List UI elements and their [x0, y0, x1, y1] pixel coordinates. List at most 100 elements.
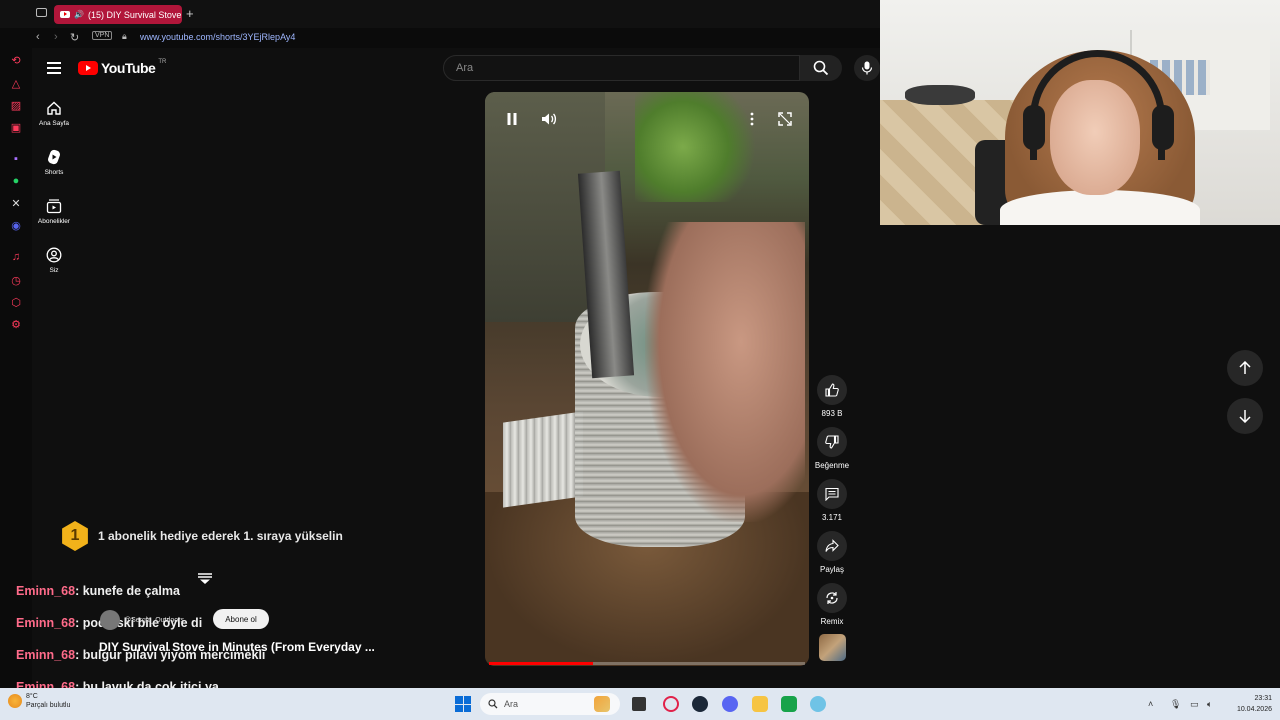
- like-button[interactable]: 893 B: [812, 375, 852, 418]
- tab-title: (15) DIY Survival Stove: [87, 9, 182, 20]
- next-short-button[interactable]: [1227, 398, 1263, 434]
- share-label: Paylaş: [819, 565, 844, 574]
- url-field[interactable]: www.youtube.com/shorts/3YEjRlepAy4: [140, 32, 295, 42]
- video-foil: [503, 411, 583, 508]
- music-icon[interactable]: ♫: [9, 250, 23, 264]
- region-code: TR: [158, 59, 167, 65]
- arrow-down-icon: [1239, 410, 1251, 423]
- settings-icon[interactable]: ⚙: [9, 317, 23, 331]
- twitch-icon[interactable]: ▪: [9, 152, 23, 166]
- temperature: 8°C: [26, 693, 38, 700]
- channel-name[interactable]: @Sergio_Outdoors: [124, 617, 184, 624]
- microphone-tray-icon[interactable]: 🎙︎: [1170, 699, 1181, 710]
- sub-gift-banner: 1 1 abonelik hediye ederek 1. sıraya yük…: [60, 521, 343, 551]
- shorts-icon: [48, 149, 60, 165]
- clock-date: 10.04.2026: [1236, 706, 1272, 713]
- workspaces-icon[interactable]: [36, 8, 47, 17]
- weather-widget[interactable]: 8°C Parçalı bulutlu: [8, 692, 70, 710]
- thumbs-up-icon: [825, 383, 839, 397]
- chat-username: Eminn_68: [16, 648, 76, 662]
- start-button[interactable]: [455, 696, 471, 712]
- discord-icon[interactable]: ◉: [9, 218, 23, 232]
- rank-badge: 1: [62, 521, 88, 551]
- windows-taskbar: 8°C Parçalı bulutlu Ara ˄ 🎙︎ ▭ 🔈︎ 23:31 …: [0, 688, 1280, 720]
- whatsapp-icon[interactable]: ●: [9, 174, 23, 188]
- volume-tray-icon[interactable]: 🔈︎: [1207, 699, 1212, 710]
- chat-username: Eminn_68: [16, 616, 76, 630]
- chat-scroll-down-icon[interactable]: [197, 572, 213, 584]
- taskbar-clock[interactable]: 23:31 10.04.2026: [1222, 693, 1272, 715]
- channel-avatar[interactable]: [100, 610, 120, 630]
- weather-description: Parçalı bulutlu: [26, 702, 71, 709]
- nav-you-label: Siz: [49, 267, 59, 274]
- terminal-icon[interactable]: [781, 696, 797, 712]
- new-tab-button[interactable]: +: [186, 6, 194, 21]
- extensions-icon[interactable]: ⬡: [9, 295, 23, 309]
- fullscreen-button[interactable]: [775, 110, 795, 128]
- nav-shorts[interactable]: Shorts: [32, 148, 76, 176]
- search-input[interactable]: Ara: [443, 55, 800, 81]
- fullscreen-icon: [778, 112, 792, 126]
- x-icon[interactable]: ✕: [9, 196, 23, 210]
- dislike-label: Beğenme: [814, 461, 850, 470]
- like-count: 893 B: [821, 409, 843, 418]
- search-icon: [488, 699, 498, 709]
- account-icon: [46, 247, 62, 263]
- channel-info[interactable]: @Sergio_Outdoors: [100, 610, 184, 630]
- steam-icon[interactable]: [692, 696, 708, 712]
- search-button[interactable]: [800, 55, 842, 81]
- more-options-button[interactable]: [742, 110, 762, 128]
- comment-count: 3.171: [821, 513, 843, 522]
- subscribe-button[interactable]: Abone ol: [213, 609, 269, 629]
- file-explorer-icon[interactable]: [752, 696, 768, 712]
- voice-search-button[interactable]: [854, 55, 880, 81]
- dislike-button[interactable]: Beğenme: [812, 427, 852, 470]
- nav-home[interactable]: Ana Sayfa: [32, 99, 76, 127]
- nav-you[interactable]: Siz: [32, 246, 76, 274]
- previous-short-button[interactable]: [1227, 350, 1263, 386]
- remix-button[interactable]: Remix: [812, 583, 852, 626]
- volume-button[interactable]: [539, 110, 559, 128]
- arrow-up-icon: [1239, 361, 1251, 374]
- messenger-icon[interactable]: ▣: [9, 120, 23, 134]
- network-app-icon[interactable]: [810, 696, 826, 712]
- nav-subscriptions[interactable]: Abonelikler: [32, 197, 76, 225]
- vpn-badge[interactable]: VPN: [92, 31, 113, 40]
- sound-thumbnail[interactable]: [819, 634, 846, 661]
- chat-text: : kunefe de çalma: [75, 584, 180, 598]
- video-progress-bar[interactable]: [489, 662, 805, 665]
- youtube-logo[interactable]: YouTube TR: [78, 59, 167, 76]
- chat-message: Eminn_68: kunefe de çalma: [16, 584, 180, 598]
- task-view-icon[interactable]: [632, 697, 646, 711]
- youtube-play-icon: [78, 61, 98, 75]
- lock-icon[interactable]: 🔒︎: [122, 31, 127, 42]
- subscriptions-icon: [46, 199, 62, 214]
- pause-button[interactable]: [502, 110, 522, 128]
- video-title[interactable]: DIY Survival Stove in Minutes (From Ever…: [99, 640, 375, 654]
- history-icon[interactable]: ⟲: [9, 53, 23, 67]
- video-progress-fill: [489, 662, 594, 665]
- active-tab[interactable]: 🔊 (15) DIY Survival Stove: [54, 5, 182, 24]
- share-button[interactable]: Paylaş: [812, 531, 852, 574]
- reload-icon[interactable]: ↻: [70, 31, 79, 44]
- comments-button[interactable]: 3.171: [812, 479, 852, 522]
- headset-left-cup: [1023, 105, 1045, 150]
- forward-icon[interactable]: ›: [54, 31, 58, 43]
- tray-expand-icon[interactable]: ˄: [1148, 699, 1153, 709]
- youtube-favicon-icon: [60, 11, 70, 18]
- shorts-video-player[interactable]: [485, 92, 809, 666]
- network-tray-icon[interactable]: ▭: [1190, 699, 1199, 710]
- clock-icon[interactable]: ◷: [9, 273, 23, 287]
- discord-taskbar-icon[interactable]: [722, 696, 738, 712]
- pinboard-icon[interactable]: ▨: [9, 98, 23, 112]
- webcam-overlay: [880, 0, 1280, 225]
- video-hand: [645, 222, 805, 522]
- webcam-cat: [905, 85, 975, 105]
- speaker-icon: 🔊: [74, 10, 84, 19]
- sub-gift-text: 1 abonelik hediye ederek 1. sıraya yükse…: [98, 529, 343, 543]
- opera-taskbar-icon[interactable]: [663, 696, 679, 712]
- back-icon[interactable]: ‹: [36, 31, 40, 43]
- menu-icon[interactable]: [47, 62, 61, 74]
- search-icon: [813, 60, 829, 76]
- aria-icon[interactable]: △: [9, 76, 23, 90]
